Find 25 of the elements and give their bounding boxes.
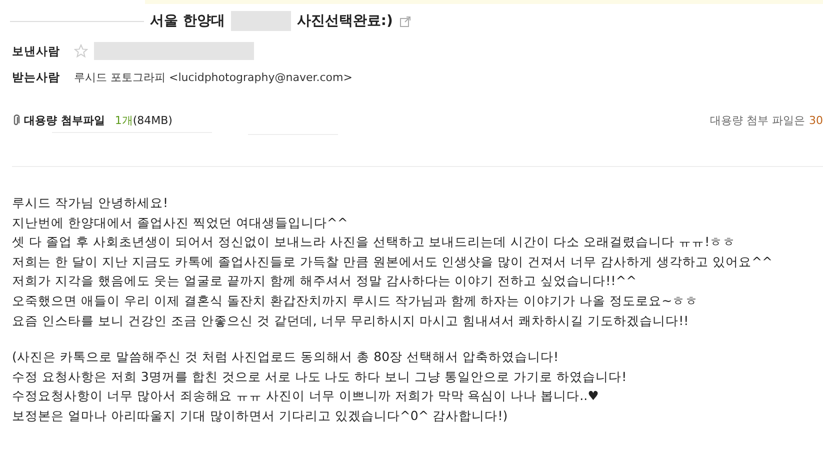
body-text-line: 보정본은 얼마나 아리따울지 기대 많이하면서 기다리고 있겠습니다^0^ 감사합니다!) [12, 406, 509, 425]
expiry-notice: 대용량 첨부 파일은 [710, 112, 805, 128]
body-text-line: 저희는 한 달이 지난 지금도 카톡에 졸업사진들로 가득찰 만큼 원본에서도 인생샷을 많이 건져서 너무 감사하게 생각하고 있어요^^ [12, 252, 774, 271]
recipient-address[interactable]: 루시드 포토그라피 <lucidphotography@naver.com> [74, 70, 352, 84]
body-text-line: 수정 요청사항은 저희 3명꺼를 합친 것으로 서로 나도 나도 하다 보니 그냥 통일안으로 가기로 하였습니다! [12, 368, 628, 386]
recipient-label: 받는사람 [12, 70, 61, 84]
body-text-line: 지난번에 한양대에서 졸업사진 찍었던 여대생들입니다^^ [12, 214, 349, 232]
mail-subject: 사진선택완료:) [296, 12, 393, 30]
body-text-line: 오죽했으면 애들이 우리 이제 결혼식 돌잔치 환갑잔치까지 루시드 작가님과 함께 하자는 이야기가 나올 정도로요~ㅎㅎ [12, 292, 700, 310]
body-text-line: 루시드 작가님 안녕하세요! [12, 194, 169, 212]
attachment-label[interactable]: 대용량 첨부파일 [24, 112, 105, 128]
body-text-line: 저희가 지각을 했음에도 웃는 얼굴로 끝까지 함께 해주셔서 정말 감사하다는 이야기 전하고 싶었습니다!!^^ [12, 272, 638, 290]
body-text-line: (사진은 카톡으로 말씀해주신 것 처럼 사진업로드 동의해서 총 80장 선택해서 압축하였습니다! [12, 348, 560, 366]
body-text-line: 수정요청사항이 너무 많아서 죄송해요 ㅠㅠ 사진이 너무 이쁘니까 저희가 막막 욕심이 나나 봅니다..♥ [12, 387, 600, 406]
star-icon[interactable] [74, 44, 88, 58]
mail-subject: 서울 한양대 [150, 12, 225, 30]
expiry-days: 30 [809, 114, 823, 126]
attachment-size: (84MB) [132, 114, 172, 126]
attachment-count: 1개 [114, 112, 133, 128]
body-text-line: 셋 다 졸업 후 사회초년생이 되어서 정신없이 보내느라 사진을 선택하고 보내드리는데 시간이 다소 오래걸렸습니다 ㅠㅠ!ㅎㅎ [12, 233, 737, 252]
popup-icon[interactable] [400, 16, 411, 26]
paperclip-icon [12, 114, 20, 126]
sender-label: 보낸사람 [12, 44, 61, 58]
body-text-line: 요즘 인스타를 보니 건강인 조금 안좋으신 것 같던데, 너무 무리하시지 마시고 힘내셔서 쾌차하시길 기도하겠습니다!! [12, 312, 690, 330]
redacted-block [230, 11, 291, 31]
